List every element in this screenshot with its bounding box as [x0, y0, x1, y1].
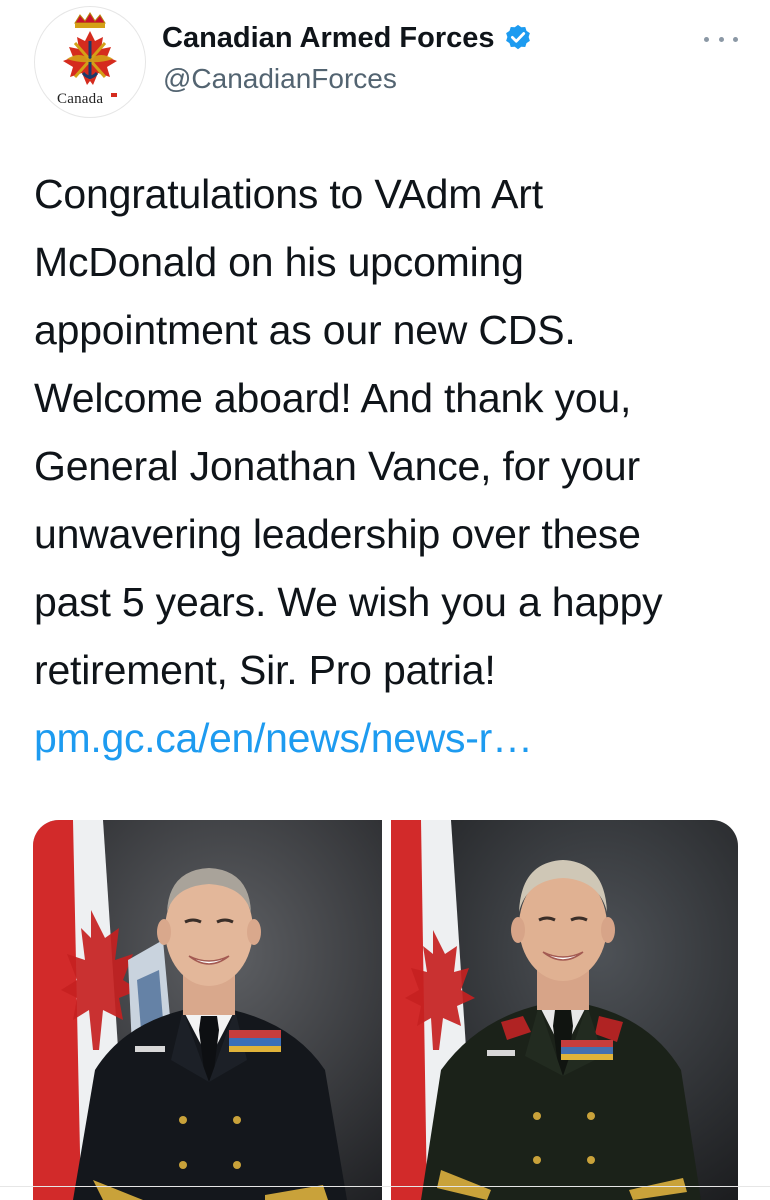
photo-vadm-mcdonald[interactable]	[33, 820, 382, 1200]
divider	[0, 1186, 770, 1187]
tweet-media[interactable]	[33, 820, 738, 1200]
verified-badge-icon	[503, 23, 533, 53]
display-name[interactable]: Canadian Armed Forces	[162, 22, 495, 55]
account-handle[interactable]: @CanadianForces	[163, 63, 397, 95]
tweet-link[interactable]: pm.gc.ca/en/news/news-r…	[34, 715, 533, 762]
profile-avatar[interactable]: Canada	[34, 6, 146, 118]
tweet-text: Congratulations to VAdm Art McDonald on …	[34, 171, 663, 693]
tweet-header: Canada Canadian Armed Forces @CanadianFo…	[0, 0, 770, 130]
canada-wordmark: Canada	[57, 91, 104, 107]
more-horizontal-icon[interactable]	[704, 24, 738, 54]
photo-gen-vance[interactable]	[391, 820, 738, 1200]
display-name-row: Canadian Armed Forces	[162, 20, 533, 56]
